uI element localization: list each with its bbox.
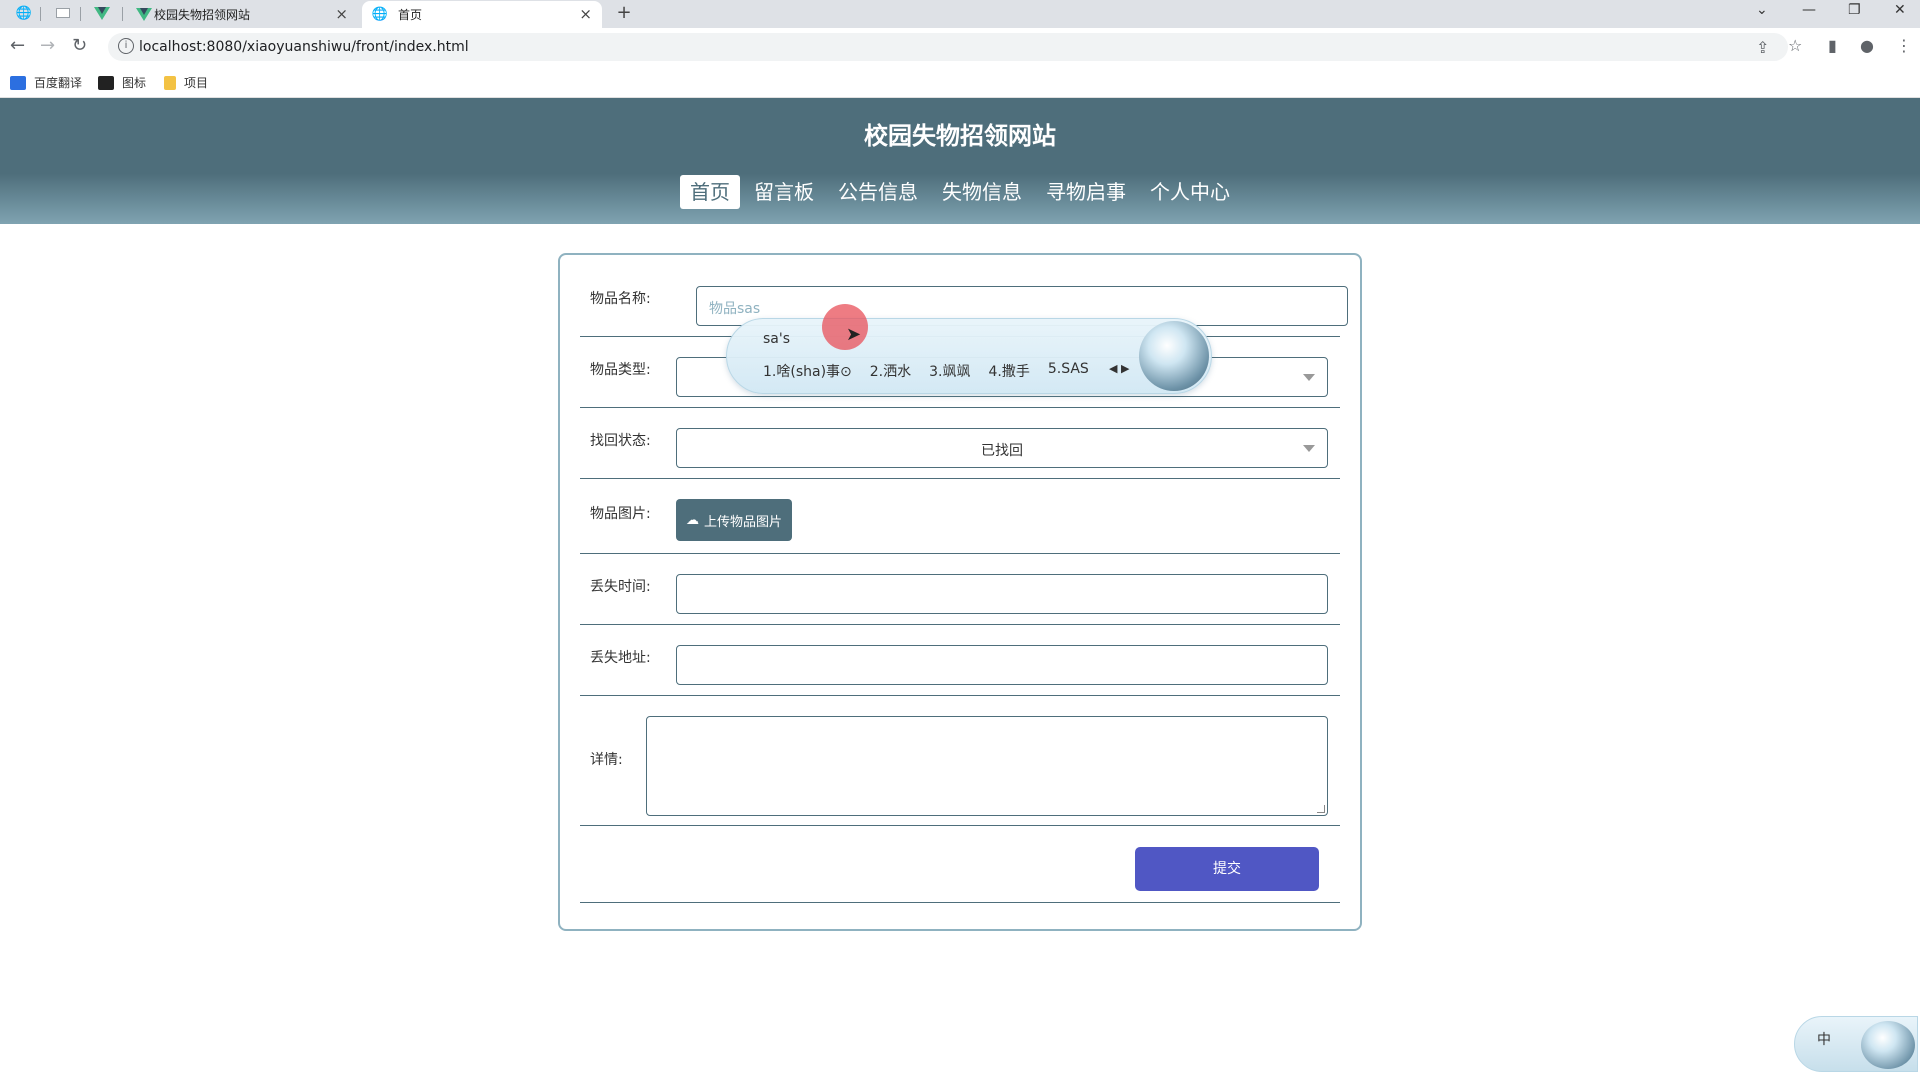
bookmark-site-icon [98,75,114,90]
form-row-lost-address: 丢失地址: [580,625,1340,696]
bookmarks-bar: 百度翻译 图标 项目 [0,66,1920,98]
found-status-select[interactable]: 已找回 [676,428,1328,468]
info-icon[interactable]: i [118,38,134,54]
click-highlight [822,304,868,350]
main-nav: 首页 留言板 公告信息 失物信息 寻物启事 个人中心 [0,175,1920,209]
details-label: 详情: [590,752,623,768]
site-header: 校园失物招领网站 首页 留言板 公告信息 失物信息 寻物启事 个人中心 [0,98,1920,224]
nav-lost-items[interactable]: 失物信息 [932,175,1032,209]
chevron-down-icon [1303,445,1315,452]
tab-label: 首页 [398,8,423,22]
chevron-down-icon[interactable]: ⌄ [1756,2,1768,18]
found-status-value: 已找回 [981,443,1023,459]
tab-separator [122,7,123,21]
close-icon[interactable]: × [335,5,348,23]
form-row-details: 详情: [580,696,1340,826]
ime-candidate[interactable]: 1.啥(sha)事⊙ [763,361,852,381]
close-icon[interactable]: × [579,5,592,23]
globe-icon: 🌐 [371,6,389,22]
back-icon[interactable]: ← [10,35,25,56]
site-title: 校园失物招领网站 [864,122,1056,150]
tab-campus-lost-found[interactable]: 校园失物招领网站 × [128,1,358,28]
tab-label: 校园失物招领网站 [154,8,251,22]
ime-skin-bubble-icon [1861,1021,1915,1069]
menu-icon[interactable]: ⋮ [1896,36,1912,55]
form-row-found-status: 找回状态: 已找回 [580,408,1340,479]
tab-home[interactable]: 🌐 首页 × [362,1,602,28]
ime-candidate-window: sa's 1.啥(sha)事⊙ 2.洒水 3.飒飒 4.撒手 5.SAS ◀ ▶ [726,318,1212,394]
ime-candidate[interactable]: 3.飒飒 [929,361,970,381]
ime-candidate[interactable]: 4.撒手 [988,361,1029,381]
nav-message-board[interactable]: 留言板 [744,175,824,209]
minimize-icon[interactable]: — [1802,2,1816,18]
item-name-value: 物品sas [709,301,761,317]
share-icon[interactable]: ⇪ [1756,38,1769,57]
nav-personal-center[interactable]: 个人中心 [1140,175,1240,209]
star-icon[interactable]: ☆ [1788,36,1802,55]
found-status-label: 找回状态: [590,433,651,449]
blank-page-icon[interactable] [55,5,71,21]
restore-icon[interactable]: ❐ [1848,2,1861,18]
lost-address-input[interactable] [676,645,1328,685]
nav-announcements[interactable]: 公告信息 [828,175,928,209]
lost-time-label: 丢失时间: [590,579,651,595]
ime-language-indicator[interactable]: 中 [1817,1029,1831,1049]
bookmark-projects[interactable]: 项目 [164,74,208,91]
address-bar[interactable]: i localhost:8080/xiaoyuanshiwu/front/ind… [108,33,1788,61]
resize-handle-icon[interactable] [1317,805,1325,813]
upload-image-button[interactable]: ☁ 上传物品图片 [676,499,793,541]
ime-candidate-list: 1.啥(sha)事⊙ 2.洒水 3.飒飒 4.撒手 5.SAS [763,361,1107,381]
reload-icon[interactable]: ↻ [72,35,87,56]
globe-icon[interactable]: 🌐 [16,5,32,21]
ime-skin-bubble-icon [1139,321,1209,391]
submit-button[interactable]: 提交 [1135,847,1319,891]
tab-separator [80,7,81,21]
form-row-lost-time: 丢失时间: [580,554,1340,625]
folder-icon [164,75,176,90]
browser-toolbar: ← → ↻ i localhost:8080/xiaoyuanshiwu/fro… [0,28,1920,66]
profile-icon[interactable]: ● [1860,36,1874,55]
side-panel-icon[interactable]: ▮ [1828,36,1837,55]
details-textarea[interactable] [646,716,1328,816]
close-window-icon[interactable]: ✕ [1894,2,1906,18]
cloud-upload-icon: ☁ [686,512,699,528]
new-tab-icon[interactable]: + [616,2,632,23]
lost-address-label: 丢失地址: [590,650,651,666]
forward-icon[interactable]: → [40,35,55,56]
url-text: localhost:8080/xiaoyuanshiwu/front/index… [139,39,469,55]
bookmark-label: 图标 [122,76,147,90]
nav-home[interactable]: 首页 [680,175,740,209]
bookmark-label: 百度翻译 [34,76,83,90]
translate-icon [10,75,26,90]
chevron-down-icon [1303,374,1315,381]
vue-icon [136,6,152,22]
item-image-label: 物品图片: [590,506,651,522]
ime-page-arrows-icon[interactable]: ◀ ▶ [1109,362,1129,375]
bookmark-icons[interactable]: 图标 [98,74,146,91]
ime-candidate[interactable]: 2.洒水 [870,361,911,381]
ime-status-bar[interactable]: 中 [1794,1016,1918,1072]
ime-candidate[interactable]: 5.SAS [1048,361,1089,381]
nav-lost-notices[interactable]: 寻物启事 [1036,175,1136,209]
form-row-item-image: 物品图片: ☁ 上传物品图片 [580,479,1340,554]
item-name-label: 物品名称: [590,291,651,307]
browser-tab-bar: 🌐 校园失物招领网站 × 🌐 首页 × + ⌄ — ❐ ✕ [0,0,1920,28]
vue-icon[interactable] [94,5,110,21]
bookmark-label: 项目 [184,76,209,90]
lost-time-input[interactable] [676,574,1328,614]
mouse-pointer-icon: ➤ [846,324,862,345]
upload-image-label: 上传物品图片 [704,514,783,530]
item-type-label: 物品类型: [590,362,651,378]
ime-composition: sa's [763,331,791,347]
tab-separator [40,7,41,21]
bookmark-baidu-translate[interactable]: 百度翻译 [10,74,82,91]
